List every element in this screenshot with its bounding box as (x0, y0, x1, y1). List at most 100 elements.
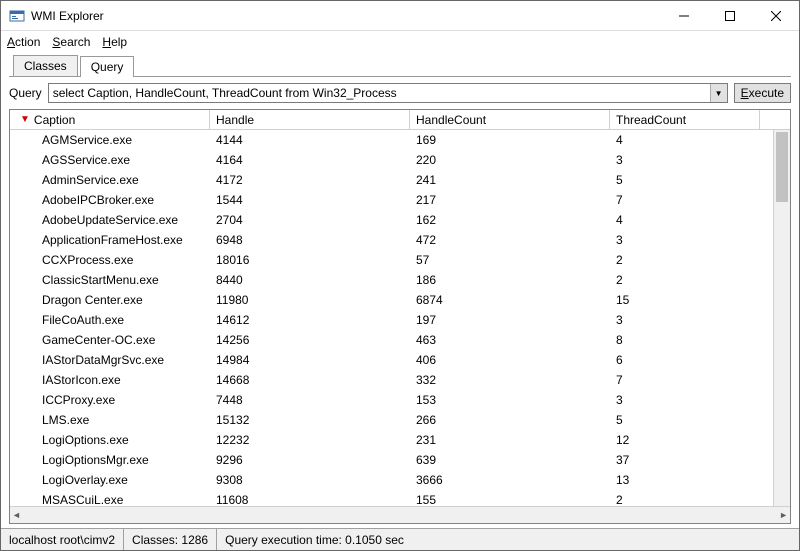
table-row[interactable]: AGMService.exe41441694 (10, 130, 790, 150)
cell-handlecount: 153 (410, 393, 610, 407)
maximize-button[interactable] (707, 1, 753, 31)
cell-handle: 11608 (210, 493, 410, 507)
cell-threadcount: 3 (610, 153, 760, 167)
table-row[interactable]: ClassicStartMenu.exe84401862 (10, 270, 790, 290)
table-row[interactable]: LogiOptions.exe1223223112 (10, 430, 790, 450)
chevron-down-icon: ▼ (715, 89, 723, 98)
cell-threadcount: 7 (610, 193, 760, 207)
status-bar: localhost root\cimv2 Classes: 1286 Query… (1, 528, 799, 550)
vertical-scrollbar[interactable] (773, 130, 790, 506)
table-header: ▼ Caption Handle HandleCount ThreadCount (10, 110, 790, 130)
cell-handle: 8440 (210, 273, 410, 287)
cell-threadcount: 15 (610, 293, 760, 307)
cell-threadcount: 2 (610, 493, 760, 507)
cell-handlecount: 241 (410, 173, 610, 187)
execute-button[interactable]: Execute (734, 83, 791, 103)
cell-handle: 12232 (210, 433, 410, 447)
close-icon (771, 11, 781, 21)
table-row[interactable]: AGSService.exe41642203 (10, 150, 790, 170)
cell-handlecount: 217 (410, 193, 610, 207)
cell-handlecount: 186 (410, 273, 610, 287)
tab-classes[interactable]: Classes (13, 55, 78, 76)
cell-caption: IAStorIcon.exe (10, 373, 210, 387)
cell-threadcount: 13 (610, 473, 760, 487)
table-row[interactable]: AdobeUpdateService.exe27041624 (10, 210, 790, 230)
app-icon (9, 8, 25, 24)
query-row: Query ▼ Execute (1, 77, 799, 109)
cell-handlecount: 266 (410, 413, 610, 427)
cell-handlecount: 169 (410, 133, 610, 147)
horizontal-scrollbar[interactable]: ◄ ► (10, 506, 790, 523)
table-row[interactable]: IAStorIcon.exe146683327 (10, 370, 790, 390)
cell-handlecount: 332 (410, 373, 610, 387)
cell-handle: 1544 (210, 193, 410, 207)
cell-caption: CCXProcess.exe (10, 253, 210, 267)
query-dropdown-button[interactable]: ▼ (710, 84, 727, 102)
column-header-caption[interactable]: ▼ Caption (10, 110, 210, 129)
cell-threadcount: 12 (610, 433, 760, 447)
minimize-button[interactable] (661, 1, 707, 31)
cell-handle: 6948 (210, 233, 410, 247)
scrollbar-thumb[interactable] (776, 132, 788, 202)
window-title: WMI Explorer (31, 9, 104, 23)
cell-caption: ClassicStartMenu.exe (10, 273, 210, 287)
cell-caption: ApplicationFrameHost.exe (10, 233, 210, 247)
query-input[interactable] (49, 84, 710, 102)
status-classes-count: 1286 (181, 533, 208, 547)
table-row[interactable]: GameCenter-OC.exe142564638 (10, 330, 790, 350)
cell-threadcount: 3 (610, 313, 760, 327)
menu-search-rest: earch (60, 35, 90, 49)
table-row[interactable]: LogiOverlay.exe9308366613 (10, 470, 790, 490)
cell-threadcount: 6 (610, 353, 760, 367)
cell-caption: MSASCuiL.exe (10, 493, 210, 507)
status-classes-label: Classes: (132, 533, 178, 547)
column-header-handle[interactable]: Handle (210, 110, 410, 129)
cell-handlecount: 639 (410, 453, 610, 467)
cell-handlecount: 406 (410, 353, 610, 367)
cell-caption: AdobeIPCBroker.exe (10, 193, 210, 207)
cell-threadcount: 3 (610, 393, 760, 407)
cell-caption: GameCenter-OC.exe (10, 333, 210, 347)
cell-caption: LMS.exe (10, 413, 210, 427)
column-header-threadcount[interactable]: ThreadCount (610, 110, 760, 129)
menu-action[interactable]: Action (7, 35, 40, 49)
cell-handlecount: 220 (410, 153, 610, 167)
table-row[interactable]: FileCoAuth.exe146121973 (10, 310, 790, 330)
table-row[interactable]: Dragon Center.exe11980687415 (10, 290, 790, 310)
cell-handlecount: 197 (410, 313, 610, 327)
maximize-icon (725, 11, 735, 21)
column-header-handlecount[interactable]: HandleCount (410, 110, 610, 129)
cell-caption: AGSService.exe (10, 153, 210, 167)
cell-handlecount: 463 (410, 333, 610, 347)
cell-caption: AdobeUpdateService.exe (10, 213, 210, 227)
cell-handle: 2704 (210, 213, 410, 227)
cell-threadcount: 7 (610, 373, 760, 387)
status-exec-value: 0.1050 sec (345, 533, 404, 547)
query-combo[interactable]: ▼ (48, 83, 728, 103)
cell-caption: ICCProxy.exe (10, 393, 210, 407)
cell-caption: FileCoAuth.exe (10, 313, 210, 327)
table-row[interactable]: LogiOptionsMgr.exe929663937 (10, 450, 790, 470)
table-row[interactable]: ICCProxy.exe74481533 (10, 390, 790, 410)
close-button[interactable] (753, 1, 799, 31)
menu-search[interactable]: Search (52, 35, 90, 49)
menu-help[interactable]: Help (102, 35, 127, 49)
scroll-left-icon[interactable]: ◄ (12, 510, 21, 520)
table-row[interactable]: ApplicationFrameHost.exe69484723 (10, 230, 790, 250)
cell-handle: 14668 (210, 373, 410, 387)
tab-query[interactable]: Query (80, 56, 135, 77)
cell-threadcount: 4 (610, 213, 760, 227)
table-row[interactable]: LMS.exe151322665 (10, 410, 790, 430)
cell-handle: 4144 (210, 133, 410, 147)
cell-handle: 14256 (210, 333, 410, 347)
query-label: Query (9, 86, 42, 100)
table-row[interactable]: IAStorDataMgrSvc.exe149844066 (10, 350, 790, 370)
table-row[interactable]: AdobeIPCBroker.exe15442177 (10, 190, 790, 210)
cell-threadcount: 5 (610, 413, 760, 427)
table-row[interactable]: CCXProcess.exe18016572 (10, 250, 790, 270)
scroll-right-icon[interactable]: ► (779, 510, 788, 520)
cell-handlecount: 162 (410, 213, 610, 227)
cell-threadcount: 2 (610, 253, 760, 267)
cell-threadcount: 5 (610, 173, 760, 187)
table-row[interactable]: AdminService.exe41722415 (10, 170, 790, 190)
